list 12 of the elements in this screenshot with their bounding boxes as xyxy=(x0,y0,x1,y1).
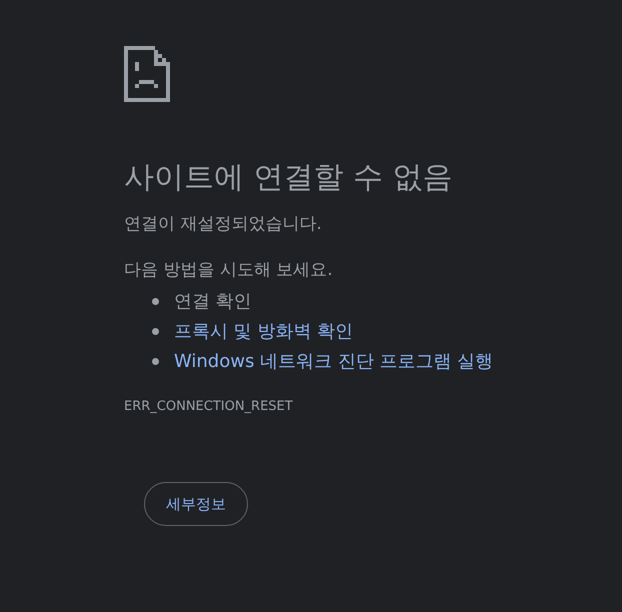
suggestion-link[interactable]: 프록시 및 방화벽 확인 xyxy=(174,319,354,343)
error-code: ERR_CONNECTION_RESET xyxy=(124,399,294,414)
bullet-dot xyxy=(152,328,159,334)
error-heading: 사이트에 연결할 수 없음 xyxy=(124,159,454,197)
sad-document-icon xyxy=(124,46,170,102)
bullet-dot xyxy=(152,358,159,364)
suggestions-intro: 다음 방법을 시도해 보세요. xyxy=(124,259,334,282)
bullet-dot xyxy=(152,298,159,304)
suggestion-link[interactable]: Windows 네트워크 진단 프로그램 실행 xyxy=(174,349,494,373)
error-message: 연결이 재설정되었습니다. xyxy=(124,213,323,236)
suggestion-text: 연결 확인 xyxy=(174,290,252,313)
details-button[interactable]: 세부정보 xyxy=(144,482,248,526)
